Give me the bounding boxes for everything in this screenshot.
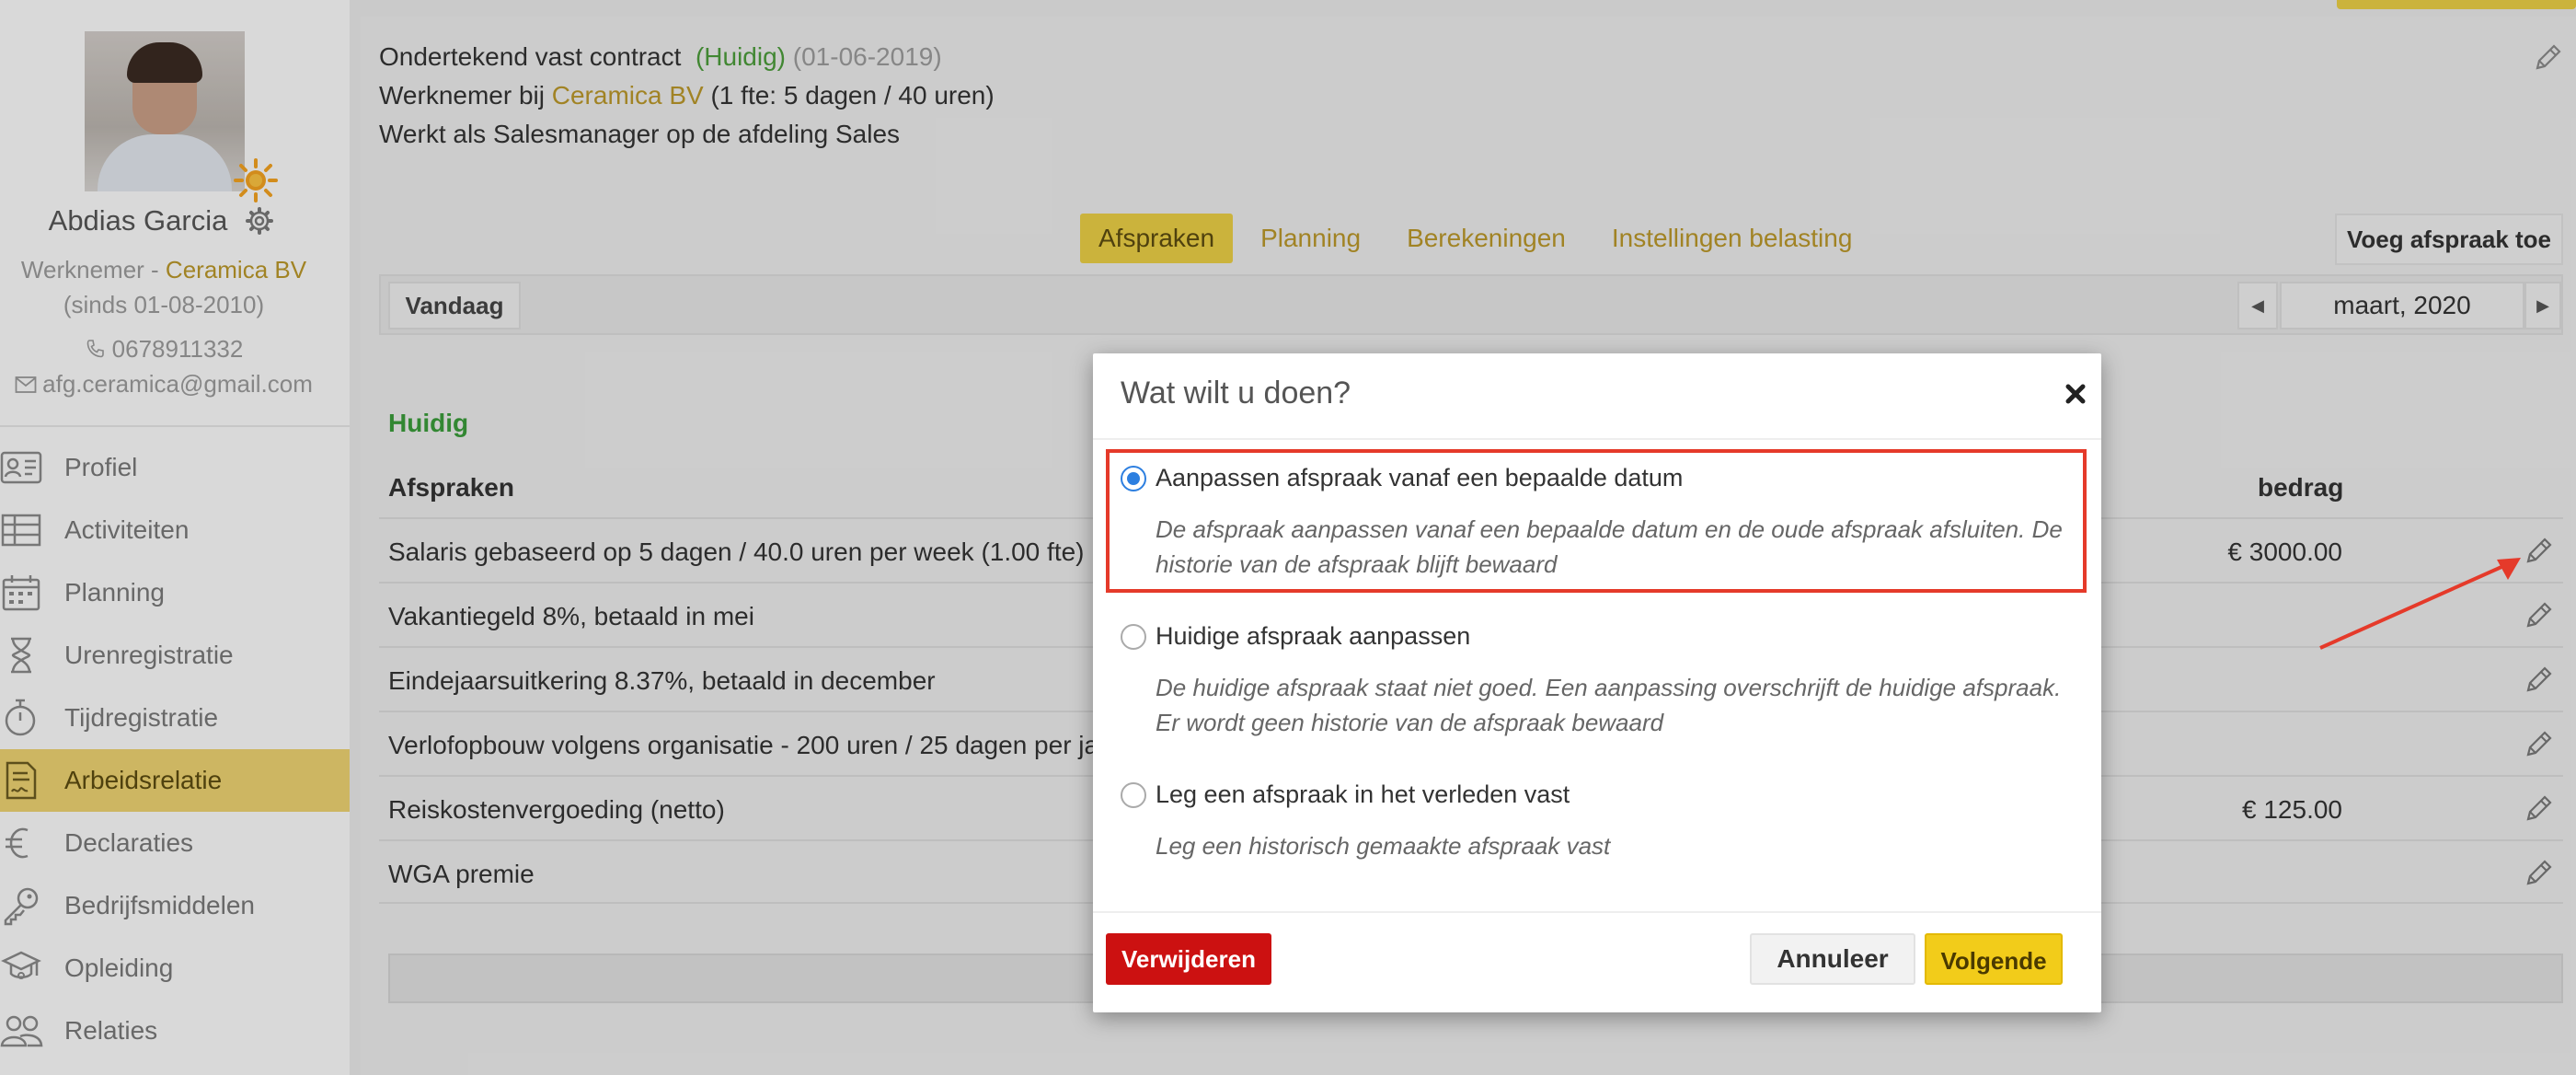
radio-adjust-from-date[interactable] <box>1121 466 1146 491</box>
option-description: De huidige afspraak staat niet goed. Een… <box>1156 674 2062 736</box>
option-description: Leg een historisch gemaakte afspraak vas… <box>1156 832 1611 860</box>
option-description: De afspraak aanpassen vanaf een bepaalde… <box>1156 515 2063 578</box>
option-label: Aanpassen afspraak vanaf een bepaalde da… <box>1156 464 1684 491</box>
action-dialog: Wat wilt u doen? Aanpassen afspraak vana… <box>1093 353 2101 1012</box>
option-label: Leg een afspraak in het verleden vast <box>1156 780 1570 808</box>
dialog-header-divider <box>1093 438 2101 440</box>
radio-record-past[interactable] <box>1121 782 1146 808</box>
next-button[interactable]: Volgende <box>1925 933 2063 985</box>
option-label: Huidige afspraak aanpassen <box>1156 622 1471 650</box>
close-icon[interactable] <box>2063 381 2088 407</box>
cancel-button[interactable]: Annuleer <box>1750 933 1915 985</box>
dialog-footer-divider <box>1093 911 2101 913</box>
dialog-title: Wat wilt u doen? <box>1121 376 1351 410</box>
delete-button[interactable]: Verwijderen <box>1106 933 1271 985</box>
radio-adjust-current[interactable] <box>1121 624 1146 650</box>
annotation-arrow-icon <box>2319 558 2521 650</box>
